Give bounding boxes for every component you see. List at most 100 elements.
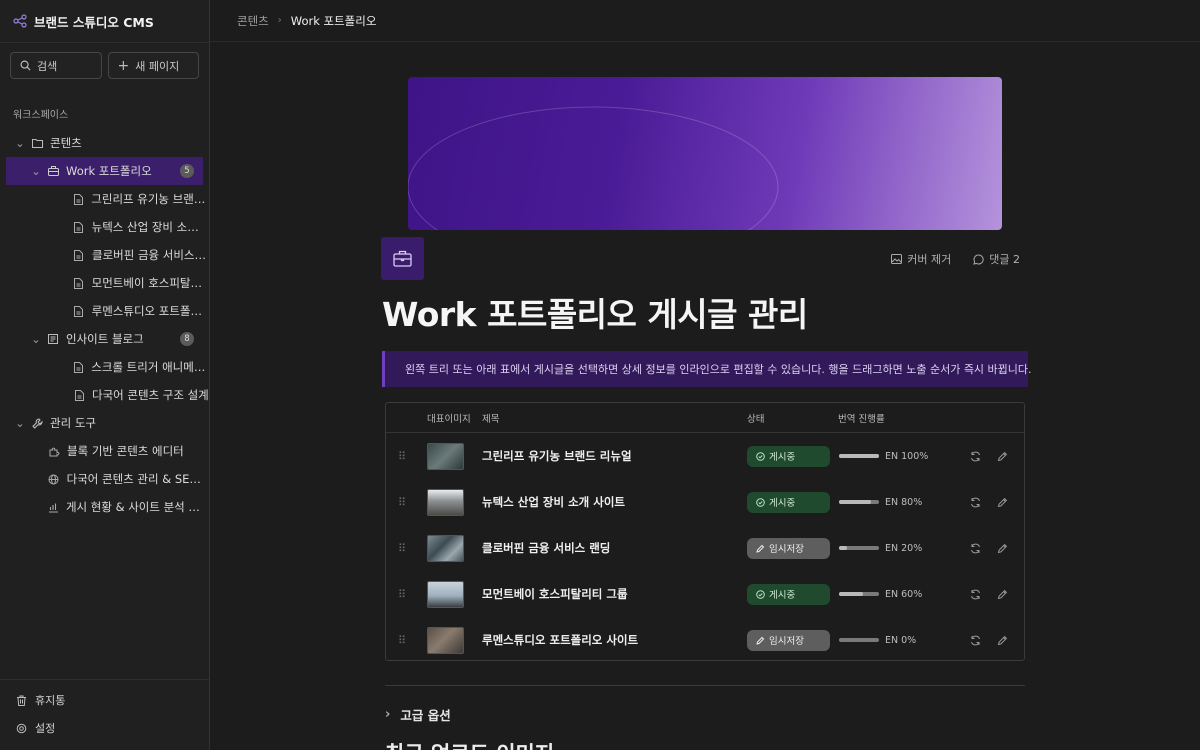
tree-item-insight-blog[interactable]: ⌄ 인사이트 블로그 8 xyxy=(0,325,209,353)
status-badge[interactable]: 게시중 xyxy=(747,445,830,467)
drag-handle-icon[interactable]: ⠿ xyxy=(398,634,406,647)
tree-item-page[interactable]: 클로버핀 금융 서비스 ... xyxy=(0,241,209,269)
post-title[interactable]: 클로버핀 금융 서비스 랜딩 xyxy=(482,540,610,556)
translation-progress: EN 0% xyxy=(839,635,916,646)
drag-handle-icon[interactable]: ⠿ xyxy=(398,450,406,463)
post-thumbnail[interactable] xyxy=(427,626,464,654)
table-row[interactable]: ⠿ 그린리프 유기농 브랜드 리뉴얼 게시중 EN 100% xyxy=(386,433,1024,479)
breadcrumb: 콘텐츠 › Work 포트폴리오 xyxy=(210,0,1200,42)
tree-item-tool[interactable]: 다국어 콘텐츠 관리 & SEO ... xyxy=(0,465,209,493)
search-icon xyxy=(20,60,31,71)
edit-icon[interactable] xyxy=(997,543,1008,554)
tree-item-page[interactable]: 모먼트베이 호스피탈리... xyxy=(0,269,209,297)
refresh-icon[interactable] xyxy=(970,589,981,600)
post-thumbnail[interactable] xyxy=(427,488,464,516)
tree-item-admin-tools[interactable]: ⌄ 관리 도구 xyxy=(0,409,209,437)
remove-cover-button[interactable]: 커버 제거 xyxy=(891,251,951,267)
progress-label: EN 0% xyxy=(885,634,917,646)
tree-item-page[interactable]: 루멘스튜디오 포트폴리... xyxy=(0,297,209,325)
info-callout: 왼쪽 트리 또는 아래 표에서 게시글을 선택하면 상세 정보를 인라인으로 편… xyxy=(382,351,1032,387)
status-badge[interactable]: 임시저장 xyxy=(747,537,830,559)
table-row[interactable]: ⠿ 뉴텍스 산업 장비 소개 사이트 게시중 EN 80% xyxy=(386,479,1024,525)
edit-icon[interactable] xyxy=(997,635,1008,646)
tree-item-tool[interactable]: 블록 기반 콘텐츠 에디터 xyxy=(0,437,209,465)
trash-button[interactable]: 휴지통 xyxy=(0,686,209,714)
chevron-down-icon[interactable]: ⌄ xyxy=(30,164,42,178)
comments-button[interactable]: 댓글 2 xyxy=(973,251,1020,267)
file-icon xyxy=(72,305,86,317)
cover-arc-decoration xyxy=(408,106,779,230)
chevron-right-icon: › xyxy=(277,15,282,26)
refresh-icon[interactable] xyxy=(970,543,981,554)
post-thumbnail[interactable] xyxy=(427,534,464,562)
drag-handle-icon[interactable]: ⠿ xyxy=(398,542,406,555)
table-row[interactable]: ⠿ 루멘스튜디오 포트폴리오 사이트 임시저장 EN 0% xyxy=(386,617,1024,663)
count-badge: 5 xyxy=(180,164,194,178)
post-title[interactable]: 루멘스튜디오 포트폴리오 사이트 xyxy=(482,632,638,648)
tree-item-label: 뉴텍스 산업 장비 소개 ... xyxy=(91,220,209,234)
post-thumbnail[interactable] xyxy=(427,442,464,470)
comments-label: 댓글 2 xyxy=(989,253,1020,266)
tree-item-page[interactable]: 다국어 콘텐츠 구조 설계 xyxy=(0,381,209,409)
page-icon[interactable] xyxy=(381,237,424,280)
status-badge[interactable]: 게시중 xyxy=(747,491,830,513)
search-button[interactable]: 검색 xyxy=(10,52,102,79)
advanced-options-toggle[interactable]: › 고급 옵션 xyxy=(385,705,451,724)
settings-button[interactable]: 설정 xyxy=(0,714,209,742)
edit-icon[interactable] xyxy=(997,497,1008,508)
check-circle-icon xyxy=(756,497,765,507)
tree-item-label: 루멘스튜디오 포트폴리... xyxy=(91,304,209,318)
briefcase-icon xyxy=(46,166,60,176)
chevron-right-icon: › xyxy=(385,707,391,722)
translation-progress: EN 80% xyxy=(839,497,922,508)
chevron-down-icon[interactable]: ⌄ xyxy=(14,416,26,430)
tree-item-tool[interactable]: 게시 현황 & 사이트 분석 대시... xyxy=(0,493,209,521)
breadcrumb-parent[interactable]: 콘텐츠 xyxy=(237,13,269,29)
refresh-icon[interactable] xyxy=(970,451,981,462)
section-divider xyxy=(385,685,1025,686)
post-title[interactable]: 모먼트베이 호스피탈리티 그룹 xyxy=(482,586,628,602)
image-icon xyxy=(891,254,903,264)
table-row[interactable]: ⠿ 클로버핀 금융 서비스 랜딩 임시저장 EN 20% xyxy=(386,525,1024,571)
edit-icon[interactable] xyxy=(997,589,1008,600)
progress-fill xyxy=(839,546,847,550)
count-badge: 8 xyxy=(180,332,194,346)
new-page-label: 새 페이지 xyxy=(135,59,180,73)
folder-icon xyxy=(30,138,44,148)
tree-item-contents[interactable]: ⌄ 콘텐츠 xyxy=(0,129,209,157)
drag-handle-icon[interactable]: ⠿ xyxy=(398,588,406,601)
tree-item-page[interactable]: 스크롤 트리거 애니메이... xyxy=(0,353,209,381)
status-badge[interactable]: 게시중 xyxy=(747,583,830,605)
new-page-button[interactable]: + 새 페이지 xyxy=(107,52,199,79)
gear-icon xyxy=(16,723,27,733)
comment-icon xyxy=(973,253,984,265)
chevron-down-icon[interactable]: ⌄ xyxy=(30,332,42,346)
tree-item-work-portfolio[interactable]: ⌄ Work 포트폴리오 5 xyxy=(6,157,203,185)
post-title[interactable]: 그린리프 유기농 브랜드 리뉴얼 xyxy=(482,448,632,464)
status-badge[interactable]: 임시저장 xyxy=(747,629,830,651)
recent-images-heading: 최근 업로드 이미지 xyxy=(385,738,554,750)
post-title[interactable]: 뉴텍스 산업 장비 소개 사이트 xyxy=(482,494,625,510)
brand-header[interactable]: 브랜드 스튜디오 CMS xyxy=(0,0,209,43)
status-label: 게시중 xyxy=(769,590,796,601)
tree-item-page[interactable]: 그린리프 유기농 브랜드... xyxy=(0,185,209,213)
page-title[interactable]: Work 포트폴리오 게시글 관리 xyxy=(382,288,808,336)
share-nodes-icon xyxy=(13,14,27,28)
refresh-icon[interactable] xyxy=(970,497,981,508)
progress-bar xyxy=(839,500,879,504)
tree-item-label: 블록 기반 콘텐츠 에디터 xyxy=(67,444,184,458)
edit-icon[interactable] xyxy=(997,451,1008,462)
drag-handle-icon[interactable]: ⠿ xyxy=(398,496,406,509)
file-icon xyxy=(72,277,86,289)
cover-image[interactable] xyxy=(408,77,1002,230)
post-thumbnail[interactable] xyxy=(427,580,464,608)
refresh-icon[interactable] xyxy=(970,635,981,646)
tree-item-label: 클로버핀 금융 서비스 ... xyxy=(91,248,209,262)
progress-bar xyxy=(839,638,879,642)
pencil-icon xyxy=(756,544,765,553)
tree-item-page[interactable]: 뉴텍스 산업 장비 소개 ... xyxy=(0,213,209,241)
chevron-down-icon[interactable]: ⌄ xyxy=(14,136,26,150)
table-row[interactable]: ⠿ 모먼트베이 호스피탈리티 그룹 게시중 EN 60% xyxy=(386,571,1024,617)
progress-bar xyxy=(839,454,879,458)
tree-item-label: 인사이트 블로그 xyxy=(66,332,144,346)
